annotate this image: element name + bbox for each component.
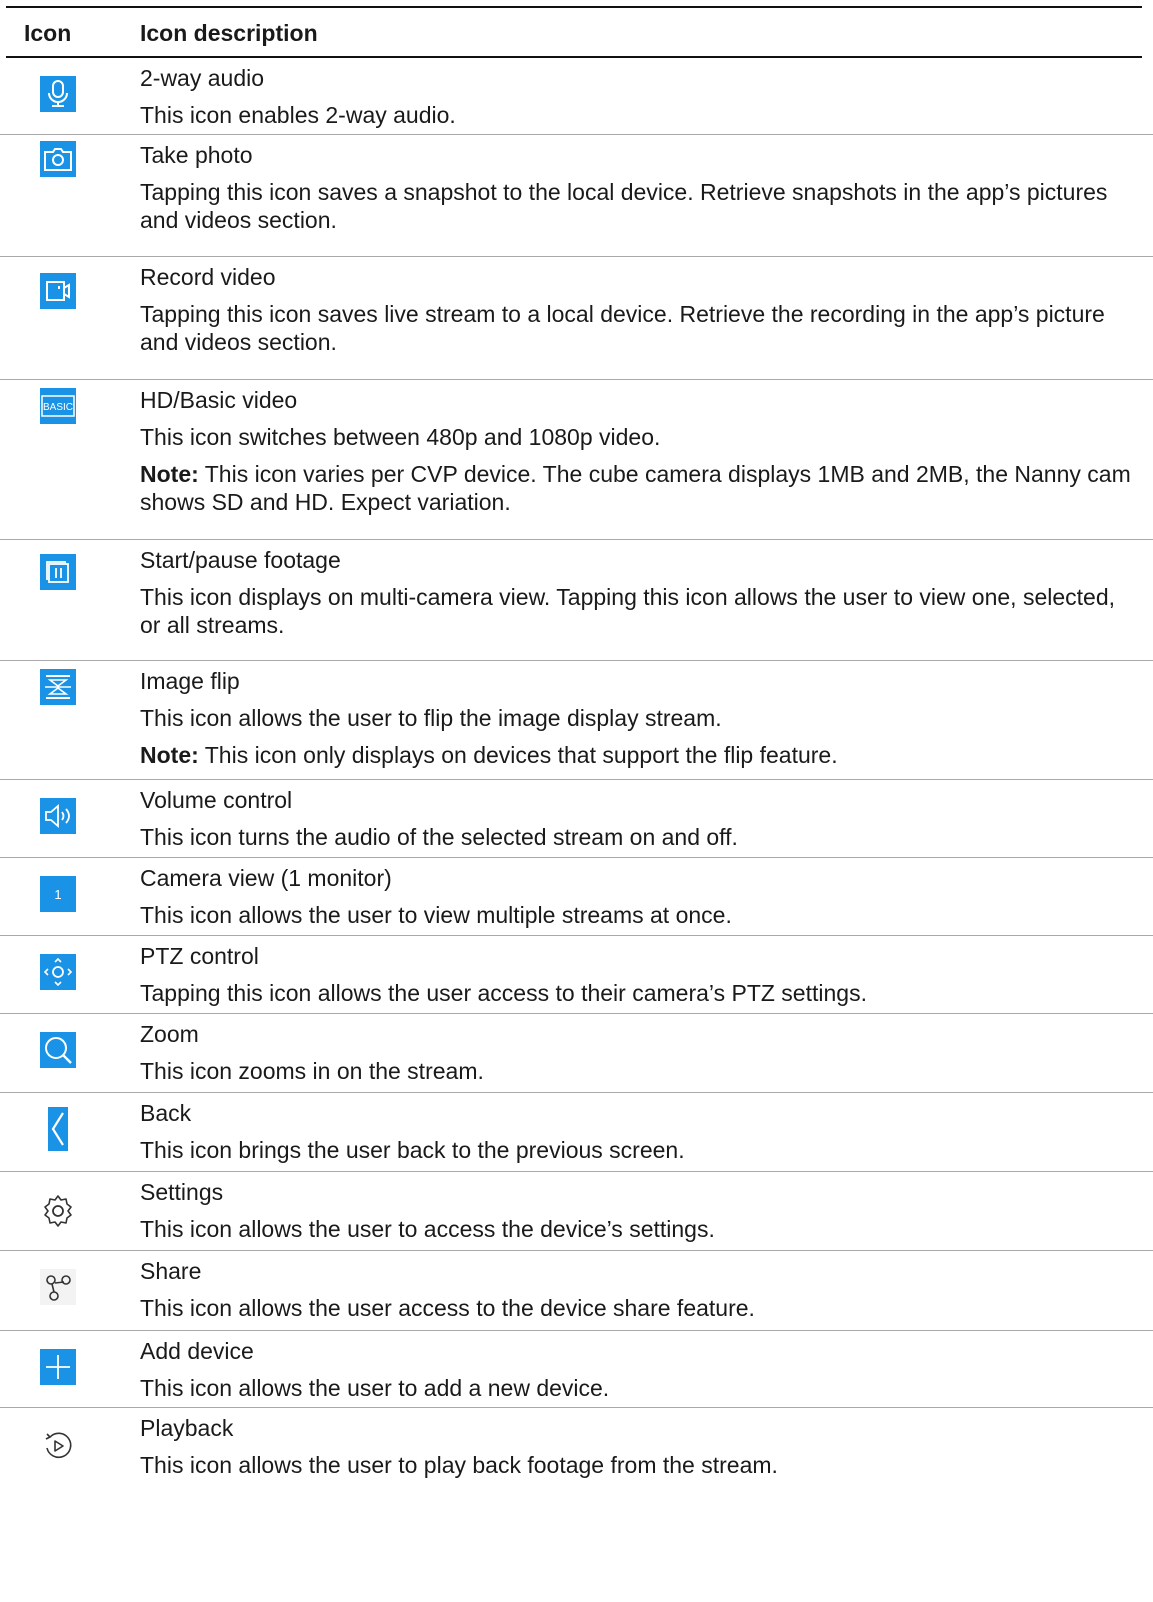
row-title: 2-way audio — [140, 65, 265, 91]
row-title: Playback — [140, 1415, 234, 1441]
share-icon — [40, 1269, 76, 1305]
row-title: Volume control — [140, 787, 293, 813]
microphone-icon — [40, 76, 76, 112]
zoom-icon — [40, 1032, 76, 1068]
table-row: Back This icon brings the user back to t… — [0, 1093, 1153, 1172]
row-description: This icon switches between 480p and 1080… — [140, 424, 661, 450]
row-note: Note: This icon only displays on devices… — [140, 741, 1135, 769]
row-title: Start/pause footage — [140, 547, 341, 573]
row-title: PTZ control — [140, 943, 259, 969]
table-header: Icon Icon description — [0, 8, 1153, 56]
table-row: Zoom This icon zooms in on the stream. — [0, 1014, 1153, 1093]
header-description: Icon description — [140, 20, 318, 46]
table-row: Start/pause footage This icon displays o… — [0, 540, 1153, 661]
row-title: Take photo — [140, 142, 253, 168]
table-row: BASIC HD/Basic video This icon switches … — [0, 380, 1153, 540]
table-row: 2-way audio This icon enables 2-way audi… — [0, 58, 1153, 135]
basic-quality-icon: BASIC — [40, 388, 76, 424]
row-description: This icon allows the user to view multip… — [140, 902, 732, 928]
back-arrow-icon — [40, 1107, 76, 1151]
add-device-icon — [40, 1349, 76, 1385]
row-description: This icon allows the user access to the … — [140, 1295, 755, 1321]
row-description: Tapping this icon saves a snapshot to th… — [140, 179, 1108, 233]
table-row: Settings This icon allows the user to ac… — [0, 1172, 1153, 1251]
note-text: This icon only displays on devices that … — [198, 742, 838, 768]
video-record-icon — [40, 273, 76, 309]
row-description: This icon allows the user to play back f… — [140, 1452, 778, 1478]
playback-icon — [40, 1428, 76, 1464]
row-description: This icon allows the user to access the … — [140, 1216, 715, 1242]
pause-footage-icon — [40, 554, 76, 590]
table-row: Add device This icon allows the user to … — [0, 1331, 1153, 1408]
table-row: Take photo Tapping this icon saves a sna… — [0, 135, 1153, 257]
row-title: Settings — [140, 1179, 224, 1205]
row-note: Note: This icon varies per CVP device. T… — [140, 460, 1135, 516]
ptz-control-icon — [40, 954, 76, 990]
row-description: This icon zooms in on the stream. — [140, 1058, 484, 1084]
table-row: Image flip This icon allows the user to … — [0, 661, 1153, 780]
row-description: Tapping this icon saves live stream to a… — [140, 301, 1105, 355]
table-row: Playback This icon allows the user to pl… — [0, 1408, 1153, 1488]
row-description: Tapping this icon allows the user access… — [140, 980, 867, 1006]
note-label: Note: — [140, 742, 199, 768]
row-description: This icon allows the user to add a new d… — [140, 1375, 610, 1401]
row-description: This icon displays on multi-camera view.… — [140, 584, 1115, 638]
row-title: Add device — [140, 1338, 254, 1364]
table-row: 1 Camera view (1 monitor) This icon allo… — [0, 858, 1153, 936]
single-view-label: 1 — [54, 887, 61, 902]
row-title: HD/Basic video — [140, 387, 298, 413]
header-icon: Icon — [24, 20, 72, 46]
row-title: Image flip — [140, 668, 240, 694]
row-title: Camera view (1 monitor) — [140, 865, 392, 891]
table-row: PTZ control Tapping this icon allows the… — [0, 936, 1153, 1014]
camera-icon — [40, 141, 76, 177]
row-title: Share — [140, 1258, 202, 1284]
gear-icon — [40, 1192, 76, 1228]
note-label: Note: — [140, 461, 199, 487]
image-flip-icon — [40, 669, 76, 705]
row-title: Back — [140, 1100, 192, 1126]
table-row: Volume control This icon turns the audio… — [0, 780, 1153, 858]
row-description: This icon turns the audio of the selecte… — [140, 824, 738, 850]
row-title: Record video — [140, 264, 276, 290]
row-description: This icon brings the user back to the pr… — [140, 1137, 685, 1163]
row-title: Zoom — [140, 1021, 199, 1047]
row-description: This icon enables 2-way audio. — [140, 102, 456, 128]
basic-quality-label: BASIC — [43, 402, 73, 413]
table-row: Share This icon allows the user access t… — [0, 1251, 1153, 1331]
row-description: This icon allows the user to flip the im… — [140, 705, 722, 731]
volume-icon — [40, 798, 76, 834]
single-view-icon: 1 — [40, 876, 76, 912]
table-row: Record video Tapping this icon saves liv… — [0, 257, 1153, 380]
note-text: This icon varies per CVP device. The cub… — [140, 461, 1131, 515]
